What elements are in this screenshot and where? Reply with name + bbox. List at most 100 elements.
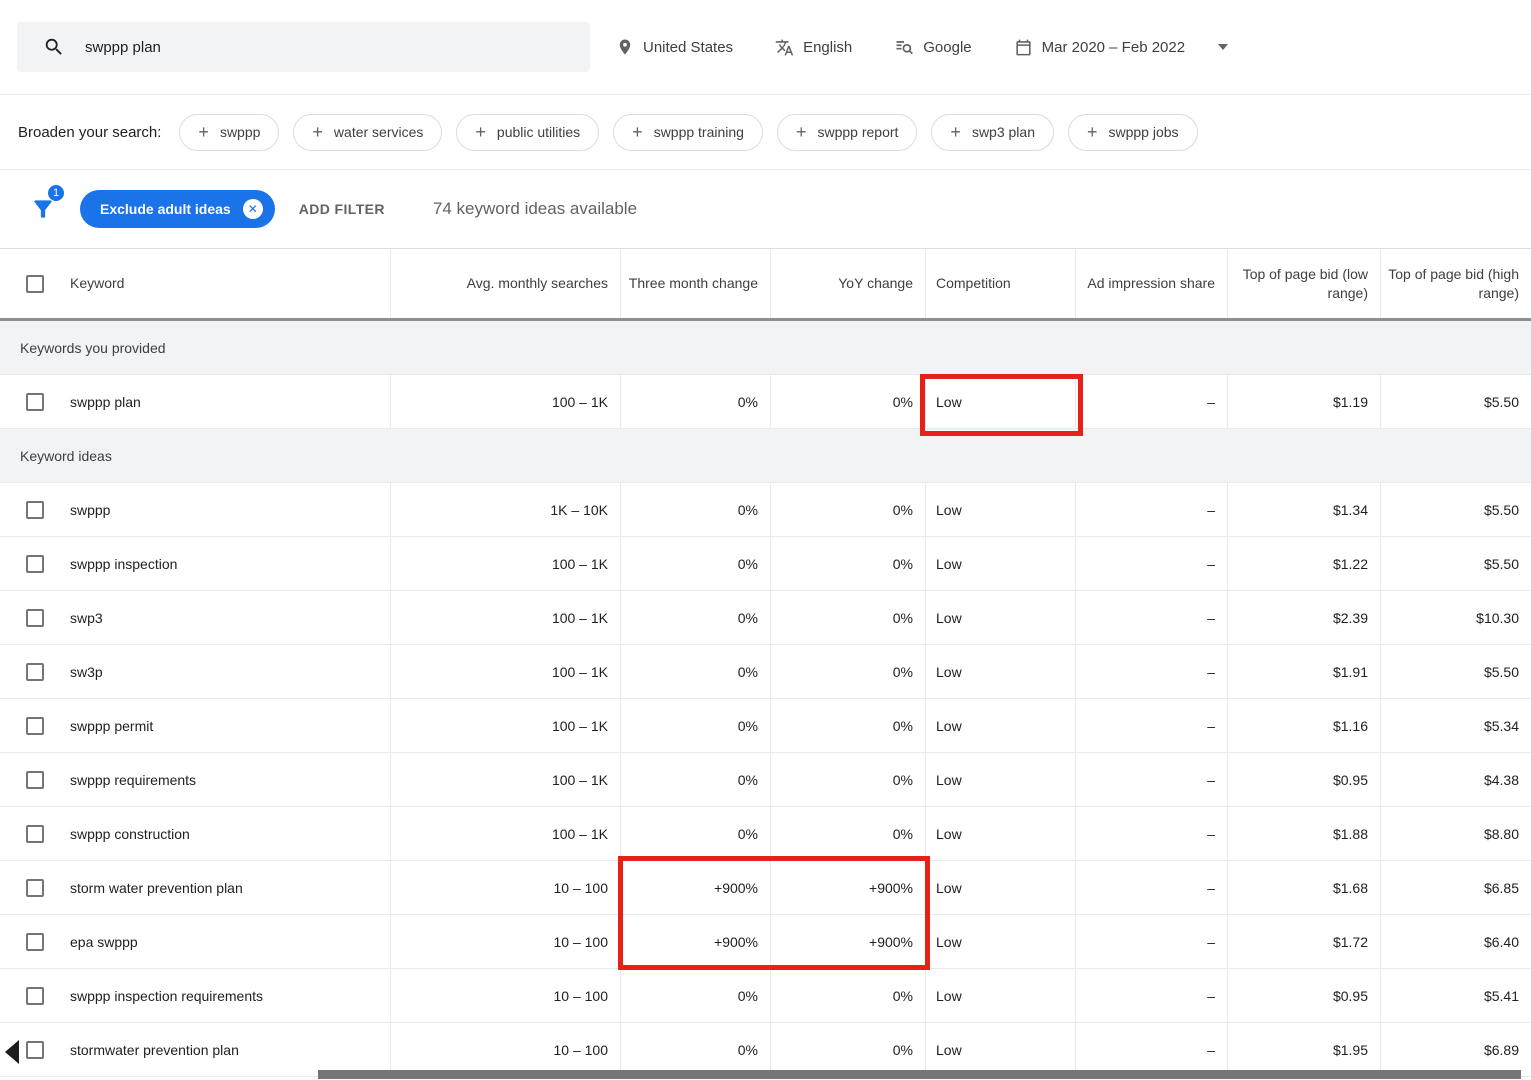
cell-three_month_change: 0% [620,1023,770,1076]
table-row: swp3 100 – 1K 0% 0% Low – $2.39 $10.30 [0,591,1531,645]
table-row: sw3p 100 – 1K 0% 0% Low – $1.91 $5.50 [0,645,1531,699]
column-header-competition[interactable]: Competition [925,249,1075,318]
plus-icon: + [950,122,961,142]
cell-avg_monthly_searches: 100 – 1K [390,375,620,428]
cell-three_month_change: 0% [620,537,770,590]
checkbox-cell [0,375,70,428]
column-header-top-of-page-bid-high[interactable]: Top of page bid (high range) [1380,249,1531,318]
row-checkbox[interactable] [26,986,44,1005]
keyword-cell: swp3 [70,609,103,626]
language-selector[interactable]: English [775,38,852,57]
cell-bid_low: $1.68 [1227,861,1380,914]
checkbox-cell [0,483,70,536]
translate-icon [775,39,794,55]
cell-avg_monthly_searches: 100 – 1K [390,699,620,752]
search-value: swppp plan [85,38,161,56]
cell-three_month_change: 0% [620,699,770,752]
cell-ad_impression_share: – [1075,807,1227,860]
row-checkbox[interactable] [26,932,44,951]
row-checkbox[interactable] [26,392,44,411]
cell-three_month_change: +900% [620,861,770,914]
column-header-yoy-change[interactable]: YoY change [770,249,925,318]
checkbox-cell [0,969,70,1022]
chip-label: swppp training [653,124,744,140]
cell-avg_monthly_searches: 100 – 1K [390,753,620,806]
row-checkbox[interactable] [26,608,44,627]
cell-bid_high: $5.50 [1380,537,1531,590]
ideas-available-count: 74 keyword ideas available [432,199,638,218]
column-header-avg-monthly-searches[interactable]: Avg. monthly searches [390,249,620,318]
cell-ad_impression_share: – [1075,753,1227,806]
cell-competition: Low [925,645,1075,698]
broaden-chip[interactable]: + swppp [179,113,280,151]
table-row: swppp inspection requirements 10 – 100 0% 0… [0,969,1531,1023]
broaden-chip[interactable]: + swppp report [776,113,918,151]
broaden-chip[interactable]: + swppp training [613,113,763,151]
cell-ad_impression_share: – [1075,699,1227,752]
cell-competition: Low [925,375,1075,428]
cell-ad_impression_share: – [1075,537,1227,590]
row-checkbox[interactable] [26,1040,44,1059]
exclude-adult-ideas-filter[interactable]: Exclude adult ideas ✕ [80,190,275,228]
date-range-label: Mar 2020 – Feb 2022 [1041,38,1186,56]
cell-ad_impression_share: – [1075,591,1227,644]
column-header-keyword[interactable]: Keyword [70,249,390,318]
cell-competition: Low [925,753,1075,806]
cell-competition: Low [925,807,1075,860]
filter-funnel-button[interactable]: 1 [22,185,64,230]
cell-three_month_change: 0% [620,753,770,806]
cell-avg_monthly_searches: 10 – 100 [390,861,620,914]
row-checkbox[interactable] [26,500,44,519]
broaden-chip[interactable]: + water services [293,113,443,151]
scroll-left-arrow[interactable] [5,1040,19,1064]
table-row: stormwater prevention plan 10 – 100 0% 0% Lo… [0,1023,1531,1077]
cell-bid_low: $0.95 [1227,969,1380,1022]
keyword-cell: swppp inspection requirements [70,987,263,1004]
cell-bid_low: $1.34 [1227,483,1380,536]
keyword-cell: swppp requirements [70,771,197,788]
chip-label: public utilities [496,124,581,140]
network-selector[interactable]: Google [894,37,972,57]
broaden-chip[interactable]: + swp3 plan [931,113,1054,151]
section-header-row: Keyword ideas [0,429,1531,483]
topbar: swppp plan United States English Google … [0,0,1531,95]
column-header-ad-impression-share[interactable]: Ad impression share [1075,249,1227,318]
cell-avg_monthly_searches: 1K – 10K [390,483,620,536]
row-checkbox[interactable] [26,878,44,897]
cell-ad_impression_share: – [1075,645,1227,698]
remove-filter-icon[interactable]: ✕ [242,199,263,219]
checkbox-cell [0,699,70,752]
plus-icon: + [1086,122,1098,142]
cell-competition: Low [925,591,1075,644]
row-checkbox[interactable] [26,716,44,735]
cell-competition: Low [925,699,1075,752]
checkbox-cell [0,861,70,914]
add-filter-button[interactable]: ADD FILTER [299,201,385,217]
column-header-top-of-page-bid-low[interactable]: Top of page bid (low range) [1227,249,1380,318]
select-all-checkbox[interactable] [26,274,44,293]
search-network-icon [896,41,914,55]
checkbox-cell [0,645,70,698]
column-header-three-month-change[interactable]: Three month change [620,249,770,318]
cell-bid_low: $1.95 [1227,1023,1380,1076]
cell-bid_low: $1.88 [1227,807,1380,860]
cell-yoy_change: 0% [770,537,925,590]
row-checkbox[interactable] [26,662,44,681]
table-body: Keywords you provided swppp plan 100 – 1K 0… [0,321,1531,1077]
broaden-chip[interactable]: + swppp jobs [1067,113,1198,151]
horizontal-scrollbar[interactable] [318,1070,1521,1079]
cell-bid_high: $10.30 [1380,591,1531,644]
broaden-chip[interactable]: + public utilities [456,113,600,151]
cell-avg_monthly_searches: 10 – 100 [390,915,620,968]
calendar-icon [1016,39,1031,55]
row-checkbox[interactable] [26,824,44,843]
cell-competition: Low [925,915,1075,968]
checkbox-cell [0,591,70,644]
table-row: swppp plan 100 – 1K 0% 0% Low – $1.19 $5.50 [0,375,1531,429]
date-range-selector[interactable]: Mar 2020 – Feb 2022 [1014,38,1229,57]
row-checkbox[interactable] [26,554,44,573]
cell-yoy_change: 0% [770,807,925,860]
row-checkbox[interactable] [26,770,44,789]
location-selector[interactable]: United States [616,38,733,56]
search-input[interactable]: swppp plan [17,22,590,72]
